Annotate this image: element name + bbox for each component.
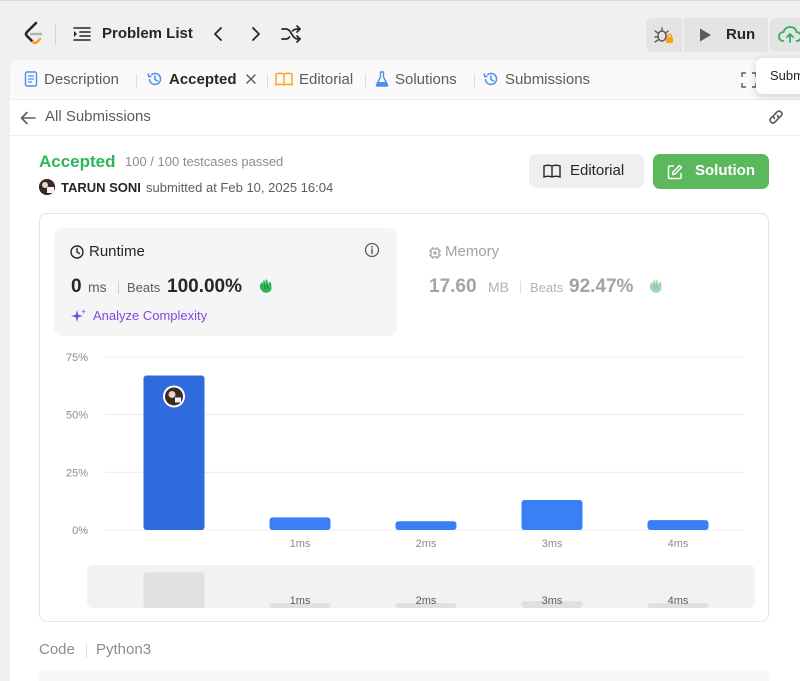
chart-bar <box>521 500 583 530</box>
tab-description-label: Description <box>44 71 120 88</box>
book-icon <box>543 164 561 178</box>
tab-editorial-label: Editorial <box>299 71 354 88</box>
book-icon <box>275 72 293 87</box>
avatar-marker-detail <box>175 397 181 403</box>
expand-icon[interactable] <box>741 72 757 88</box>
overview-tick-label: 1ms <box>290 595 311 607</box>
tab-editorial[interactable]: Editorial <box>275 71 353 91</box>
code-divider <box>86 644 87 658</box>
flask-icon <box>375 71 389 87</box>
solution-button[interactable]: Solution <box>653 154 769 189</box>
chart-bar <box>395 521 457 530</box>
x-tick-label: 3ms <box>542 538 563 550</box>
history-icon <box>147 72 162 86</box>
debug-button[interactable] <box>646 18 682 52</box>
link-icon[interactable] <box>766 108 786 126</box>
edit-icon <box>667 164 683 180</box>
overview-tick-label: 3ms <box>542 595 563 607</box>
problem-list-icon[interactable] <box>73 26 91 42</box>
testcases-passed: 100 / 100 testcases passed <box>125 154 284 169</box>
solution-button-label: Solution <box>695 162 755 179</box>
chart-bar <box>269 517 331 530</box>
code-label: Code <box>39 641 75 658</box>
problem-list-link[interactable]: Problem List <box>102 25 193 42</box>
submit-tooltip: Subm <box>756 58 800 94</box>
tab-divider <box>267 74 268 88</box>
run-button[interactable]: Run <box>684 18 768 52</box>
tab-solutions[interactable]: Solutions <box>375 71 457 91</box>
bug-lock-icon <box>654 27 673 43</box>
code-language: Python3 <box>96 641 152 658</box>
tab-accepted[interactable]: Accepted <box>147 71 237 91</box>
back-row: All Submissions <box>10 100 800 136</box>
leetcode-logo-icon[interactable] <box>22 21 46 47</box>
x-tick-label: 2ms <box>416 538 437 550</box>
avatar-marker-detail <box>168 390 176 398</box>
y-tick-label: 0% <box>72 525 88 537</box>
close-icon[interactable] <box>244 72 258 86</box>
author-name[interactable]: TARUN SONI <box>61 180 141 195</box>
performance-card: Runtime 0 ms Beats 100.00% Analyze Compl… <box>39 213 769 622</box>
y-tick-label: 50% <box>66 410 88 422</box>
tab-divider <box>474 74 475 88</box>
history-icon <box>483 72 498 86</box>
avatar-image-icon <box>39 179 55 195</box>
play-icon <box>700 28 711 42</box>
overview-bar <box>143 572 205 608</box>
tab-solutions-label: Solutions <box>395 71 457 88</box>
y-tick-label: 25% <box>66 467 88 479</box>
x-tick-label: 1ms <box>290 538 311 550</box>
chevron-left-icon[interactable] <box>209 25 227 43</box>
shuffle-icon[interactable] <box>280 24 302 44</box>
submitted-at: submitted at Feb 10, 2025 16:04 <box>146 180 334 195</box>
chevron-right-icon[interactable] <box>247 25 265 43</box>
avatar[interactable] <box>39 179 55 195</box>
code-block[interactable] <box>39 670 769 681</box>
submit-button[interactable] <box>770 18 800 52</box>
overview-tick-label: 2ms <box>416 595 437 607</box>
arrow-left-icon[interactable] <box>20 111 36 125</box>
chart-bar <box>647 520 709 530</box>
overview-tick-label: 4ms <box>668 595 689 607</box>
tab-divider <box>365 74 366 88</box>
editorial-button[interactable]: Editorial <box>529 154 644 188</box>
tab-submissions[interactable]: Submissions <box>483 71 590 91</box>
tab-submissions-label: Submissions <box>505 71 591 88</box>
document-icon <box>24 71 38 87</box>
submission-status: Accepted <box>39 152 116 171</box>
cloud-upload-icon <box>778 26 800 43</box>
tab-accepted-label: Accepted <box>169 71 237 88</box>
top-bar: Problem List Run <box>0 0 800 62</box>
x-tick-label: 4ms <box>668 538 689 550</box>
run-label: Run <box>726 26 756 43</box>
y-tick-label: 75% <box>66 352 88 364</box>
topbar-divider <box>55 23 56 45</box>
runtime-distribution-chart[interactable]: 0% 25% 50% 75% 1ms 2ms 3ms 4ms 1ms 2ms 3ms 4ms <box>40 214 770 623</box>
all-submissions-link[interactable]: All Submissions <box>45 108 151 125</box>
editorial-button-label: Editorial <box>570 162 625 179</box>
tab-description[interactable]: Description <box>24 71 119 91</box>
tab-divider <box>136 74 137 88</box>
tab-bar: Description Accepted Editorial Solutions <box>10 60 800 100</box>
submission-panel: Description Accepted Editorial Solutions <box>10 58 800 681</box>
